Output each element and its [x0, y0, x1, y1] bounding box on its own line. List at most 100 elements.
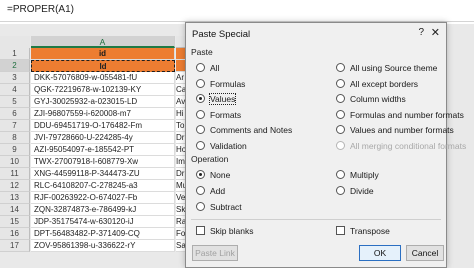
row-number[interactable]: 3	[0, 72, 30, 84]
radio-column-widths[interactable]: Column widths	[336, 93, 406, 106]
radio-label: Comments and Notes	[210, 125, 293, 135]
cell-a[interactable]: AZI-95054097-e-185542-PT	[31, 144, 175, 156]
radio-op-add[interactable]: Add	[196, 185, 225, 198]
row-number[interactable]: 10	[0, 156, 30, 168]
radio-circle[interactable]	[196, 186, 205, 196]
paste-section-label: Paste	[191, 47, 213, 57]
row-number[interactable]: 11	[0, 168, 30, 180]
radio-circle[interactable]	[196, 63, 205, 73]
radio-op-none[interactable]: None	[196, 169, 230, 182]
cell-a[interactable]: XNG-44599118-P-344473-ZU	[31, 168, 175, 180]
radio-circle[interactable]	[336, 170, 345, 180]
cell-a[interactable]: TWX-27007918-I-608779-Xw	[31, 156, 175, 168]
row-number[interactable]: 6	[0, 108, 30, 120]
radio-label: Add	[210, 186, 226, 196]
radio-op-multiply[interactable]: Multiply	[336, 169, 379, 182]
row-number[interactable]: 15	[0, 216, 30, 228]
radio-label: None	[210, 170, 231, 180]
radio-formulas[interactable]: Formulas	[196, 78, 245, 91]
row-number[interactable]: 17	[0, 240, 30, 252]
row-number[interactable]: 13	[0, 192, 30, 204]
radio-circle[interactable]	[196, 141, 205, 151]
radio-label: All	[210, 63, 220, 73]
column-header-a[interactable]: A	[31, 36, 175, 48]
formula-text[interactable]: =PROPER(A1)	[7, 4, 74, 15]
row-number[interactable]: 9	[0, 144, 30, 156]
cell-a[interactable]: RJF-00263922-O-674027-Fb	[31, 192, 175, 204]
radio-label: Values	[208, 93, 237, 105]
paste-special-dialog: Paste Special ? ✕ Paste All Formulas Val…	[185, 22, 466, 268]
row-number[interactable]: 8	[0, 132, 30, 144]
cell-a[interactable]: DPT-56483482-P-371409-CQ	[31, 228, 175, 240]
cell-a[interactable]: JDP-35175474-w-630120-iJ	[31, 216, 175, 228]
radio-comments-notes[interactable]: Comments and Notes	[196, 124, 292, 137]
radio-label: Multiply	[350, 170, 379, 180]
radio-label: All merging conditional formats	[350, 141, 467, 151]
radio-circle[interactable]	[336, 79, 345, 89]
radio-circle[interactable]	[196, 125, 205, 135]
cell-a[interactable]: RLC-64108207-C-278245-a3	[31, 180, 175, 192]
radio-circle[interactable]	[336, 125, 345, 135]
checkbox-label: Transpose	[350, 226, 390, 236]
radio-circle[interactable]	[196, 110, 205, 120]
select-all-corner[interactable]	[0, 36, 30, 48]
row-number[interactable]: 7	[0, 120, 30, 132]
cell-a[interactable]: ZQN-32874873-e-786499-kJ	[31, 204, 175, 216]
row-number[interactable]: 2	[0, 60, 30, 72]
row-number[interactable]: 16	[0, 228, 30, 240]
cell-a[interactable]: QGK-72219678-w-102139-KY	[31, 84, 175, 96]
radio-values-number-formats[interactable]: Values and number formats	[336, 124, 454, 137]
cell-a[interactable]: GYJ-30025932-a-023015-LD	[31, 96, 175, 108]
radio-circle[interactable]	[336, 94, 345, 104]
cell-a[interactable]: JVI-79728660-U-224285-4y	[31, 132, 175, 144]
close-icon[interactable]: ✕	[431, 26, 440, 39]
radio-label: Formulas and number formats	[350, 110, 464, 120]
cell-a[interactable]: DKK-57076809-w-055481-fU	[31, 72, 175, 84]
radio-circle[interactable]	[196, 202, 205, 212]
radio-label: All using Source theme	[350, 63, 438, 73]
radio-label: Formats	[210, 110, 242, 120]
cell-a[interactable]: ZOV-95861398-u-336622-rY	[31, 240, 175, 252]
cell-a1[interactable]: id	[31, 48, 175, 60]
checkbox-label: Skip blanks	[210, 226, 254, 236]
radio-circle-selected[interactable]	[196, 94, 205, 104]
checkbox-skip-blanks[interactable]: Skip blanks	[196, 225, 253, 238]
row-number[interactable]: 12	[0, 180, 30, 192]
cell-a[interactable]: DDU-69451719-O-176482-Fm	[31, 120, 175, 132]
row-number[interactable]: 4	[0, 84, 30, 96]
radio-label: Values and number formats	[350, 125, 454, 135]
radio-values[interactable]: Values	[196, 93, 237, 106]
cell-a2-active[interactable]: Id	[31, 60, 175, 72]
row-number[interactable]: 1	[0, 48, 30, 60]
checkbox-transpose[interactable]: Transpose	[336, 225, 390, 238]
radio-circle[interactable]	[336, 186, 345, 196]
checkbox-box[interactable]	[196, 226, 205, 236]
dialog-title: Paste Special	[192, 29, 251, 40]
row-number[interactable]: 14	[0, 204, 30, 216]
radio-label: Subtract	[210, 202, 242, 212]
radio-all[interactable]: All	[196, 62, 219, 75]
cancel-button[interactable]: Cancel	[406, 245, 444, 261]
radio-label: Formulas	[210, 79, 246, 89]
radio-circle[interactable]	[336, 110, 345, 120]
help-icon[interactable]: ?	[418, 27, 424, 38]
formula-bar[interactable]: =PROPER(A1)	[0, 0, 474, 22]
radio-circle-disabled	[336, 141, 345, 151]
radio-circle[interactable]	[196, 79, 205, 89]
radio-circle-selected[interactable]	[196, 170, 205, 180]
operation-section-label: Operation	[191, 154, 229, 164]
radio-circle[interactable]	[336, 63, 345, 73]
radio-all-except-borders[interactable]: All except borders	[336, 78, 418, 91]
paste-link-button: Paste Link	[192, 245, 238, 261]
radio-formats[interactable]: Formats	[196, 109, 241, 122]
checkbox-box[interactable]	[336, 226, 345, 236]
radio-formulas-number-formats[interactable]: Formulas and number formats	[336, 109, 464, 122]
radio-op-divide[interactable]: Divide	[336, 185, 374, 198]
radio-op-subtract[interactable]: Subtract	[196, 201, 242, 214]
ok-button[interactable]: OK	[359, 245, 401, 261]
cell-a[interactable]: ZJI-96807559-i-620008-m7	[31, 108, 175, 120]
radio-label: Column widths	[350, 94, 406, 104]
radio-validation[interactable]: Validation	[196, 140, 247, 153]
radio-all-source-theme[interactable]: All using Source theme	[336, 62, 437, 75]
row-number[interactable]: 5	[0, 96, 30, 108]
